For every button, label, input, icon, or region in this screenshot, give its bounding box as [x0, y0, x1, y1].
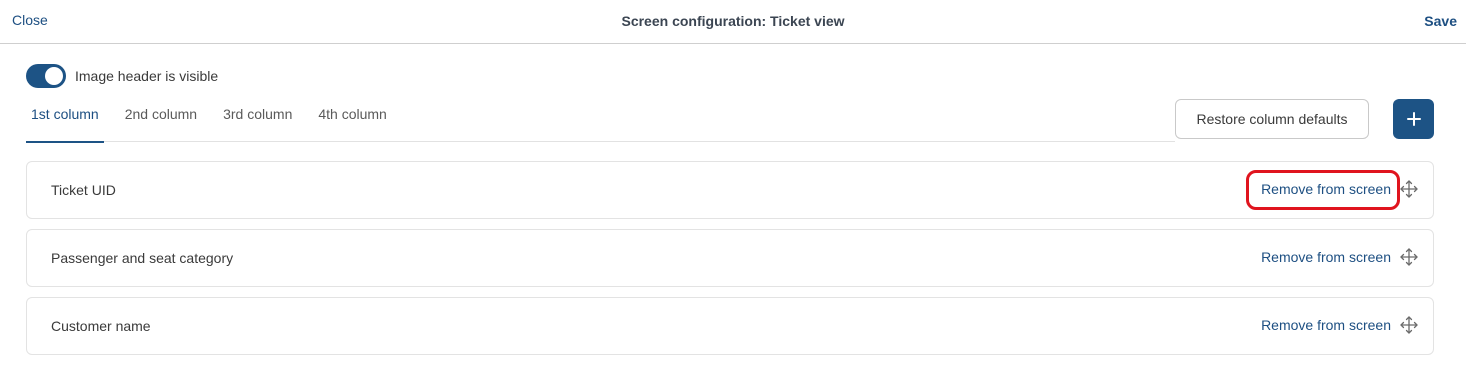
field-label: Passenger and seat category — [51, 250, 234, 266]
restore-column-defaults-button[interactable]: Restore column defaults — [1175, 99, 1369, 139]
tab-1st-column[interactable]: 1st column — [26, 98, 104, 143]
plus-icon — [1406, 112, 1421, 126]
row-actions: Remove from screen — [1261, 247, 1419, 267]
list-item: Ticket UID Remove from screen — [26, 161, 1434, 219]
top-bar: Close Screen configuration: Ticket view … — [0, 0, 1466, 44]
column-tabs: 1st column 2nd column 3rd column 4th col… — [26, 98, 1175, 143]
remove-from-screen-link[interactable]: Remove from screen — [1261, 249, 1391, 265]
remove-from-screen-link[interactable]: Remove from screen — [1246, 170, 1400, 210]
move-icon[interactable] — [1399, 179, 1419, 199]
field-label: Ticket UID — [51, 182, 116, 198]
page-title: Screen configuration: Ticket view — [621, 13, 845, 29]
field-label: Customer name — [51, 318, 151, 334]
tab-2nd-column[interactable]: 2nd column — [120, 98, 202, 142]
row-actions: Remove from screen — [1246, 170, 1419, 210]
field-list: Ticket UID Remove from screen Passenger … — [26, 161, 1434, 365]
tab-3rd-column[interactable]: 3rd column — [218, 98, 297, 142]
row-actions: Remove from screen — [1261, 315, 1419, 335]
add-field-button[interactable] — [1393, 99, 1434, 139]
image-header-toggle-label: Image header is visible — [75, 68, 219, 84]
tab-4th-column[interactable]: 4th column — [313, 98, 391, 142]
image-header-toggle[interactable] — [26, 64, 66, 88]
toggle-knob — [45, 67, 63, 85]
image-header-toggle-row: Image header is visible — [26, 63, 218, 89]
save-button[interactable]: Save — [1424, 13, 1457, 29]
list-item: Passenger and seat category Remove from … — [26, 229, 1434, 287]
move-icon[interactable] — [1399, 247, 1419, 267]
list-item: Customer name Remove from screen — [26, 297, 1434, 355]
move-icon[interactable] — [1399, 315, 1419, 335]
remove-from-screen-link[interactable]: Remove from screen — [1261, 317, 1391, 333]
